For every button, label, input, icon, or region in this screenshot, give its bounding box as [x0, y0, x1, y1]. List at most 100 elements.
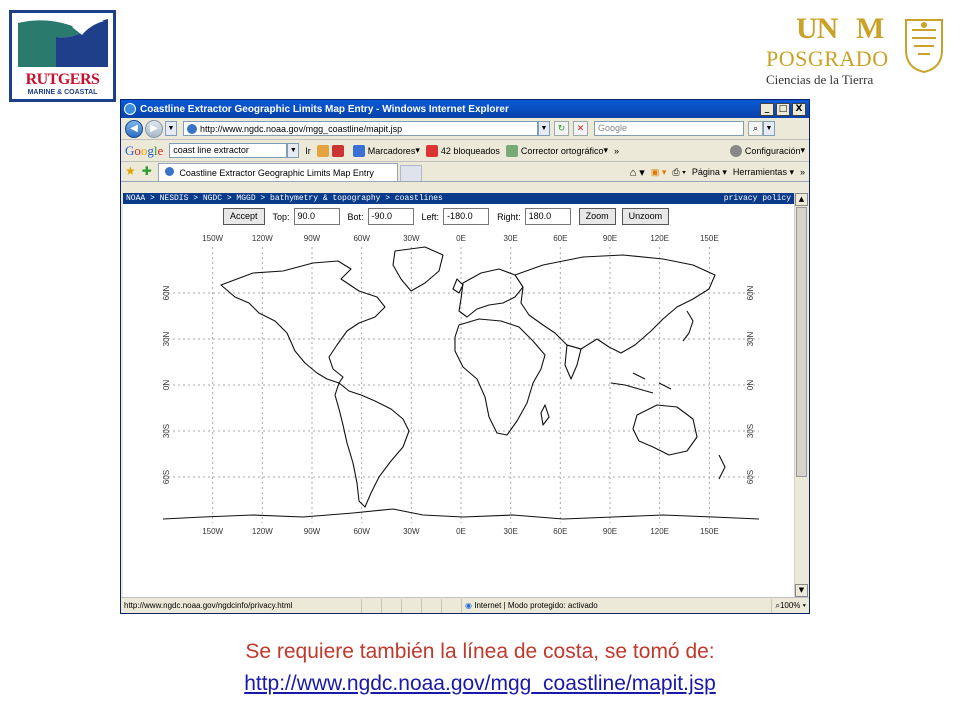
unzoom-button[interactable]: Unzoom — [621, 208, 670, 225]
close-button[interactable]: X — [792, 102, 806, 116]
status-url: http://www.ngdc.noaa.gov/ngdcinfo/privac… — [124, 600, 293, 610]
ie-icon — [124, 103, 136, 115]
spellcheck-menu[interactable]: Corrector ortográfico ▾ — [505, 144, 608, 157]
lon-tick-label-top: 150W — [202, 234, 223, 243]
coast-south-america — [334, 382, 410, 508]
left-input[interactable]: -180.0 — [443, 208, 490, 225]
lat-tick-label-left: 30N — [163, 331, 171, 346]
scroll-up-icon[interactable]: ▲ — [795, 193, 808, 206]
lon-tick-label-top: 120W — [252, 234, 273, 243]
google-dropdown-icon[interactable]: ▼ — [287, 143, 300, 158]
toolbar-extra-icons[interactable] — [316, 144, 347, 157]
favorites-star-icon[interactable]: ★ — [125, 164, 136, 178]
page-menu[interactable]: Página ▾ — [692, 167, 727, 178]
coast-africa — [454, 318, 546, 436]
coast-madagascar — [540, 404, 550, 426]
status-spacer-5 — [441, 598, 461, 613]
lat-tick-label-right: 60S — [746, 470, 755, 484]
popup-blocker[interactable]: 42 bloqueados — [425, 144, 500, 157]
rutgers-subtitle: MARINE & COASTAL — [27, 89, 98, 96]
tools-menu[interactable]: Herramientas ▾ — [733, 167, 794, 178]
left-label: Left: — [421, 211, 440, 222]
google-search-field[interactable]: coast line extractor — [169, 143, 288, 158]
status-spacer-3 — [401, 598, 421, 613]
rutgers-logo: RUTGERS MARINE & COASTAL — [9, 10, 116, 102]
world-map-canvas[interactable]: 150W 150W 120W 120W 90W 90W 60W 60W 30W 30W 0E 0E 30… — [162, 233, 760, 538]
forward-button[interactable]: ▶ — [145, 119, 163, 138]
breadcrumb: NOAA > NESDIS > NGDC > MGGD > bathymetry… — [123, 193, 794, 204]
vertical-scrollbar[interactable]: ▲ ▼ — [794, 193, 808, 597]
lon-tick-label-top: 150E — [700, 234, 719, 243]
lat-tick-label-right: 60N — [746, 285, 755, 300]
tab-favicon-icon — [164, 167, 174, 176]
go-button[interactable]: Ir — [305, 146, 311, 156]
address-dropdown-icon[interactable]: ▼ — [538, 121, 550, 136]
maximize-button[interactable]: □ — [776, 102, 790, 116]
lon-tick-label-bottom: 60W — [353, 527, 370, 536]
lon-tick-label-bottom: 120E — [650, 527, 669, 536]
google-toolbar: Google coast line extractor ▼ Ir Marcado… — [121, 140, 809, 162]
status-bar: http://www.ngdc.noaa.gov/ngdcinfo/privac… — [121, 597, 809, 613]
page-content: NOAA > NESDIS > NGDC > MGGD > bathymetry… — [123, 193, 794, 597]
scroll-down-icon[interactable]: ▼ — [795, 584, 808, 597]
top-input[interactable]: 90.0 — [293, 208, 340, 225]
lat-tick-label-right: 0N — [746, 380, 755, 390]
status-spacer-1 — [361, 598, 381, 613]
coast-japan — [682, 310, 694, 342]
coast-australia — [632, 404, 698, 456]
right-input[interactable]: 180.0 — [524, 208, 571, 225]
breadcrumb-path[interactable]: NOAA > NESDIS > NGDC > MGGD > bathymetry… — [126, 193, 443, 204]
privacy-policy-link[interactable]: privacy policy — [724, 193, 791, 204]
limits-form: Accept Top: 90.0 Bot: -90.0 Left: -180.0… — [223, 208, 670, 225]
scroll-thumb[interactable] — [796, 207, 807, 477]
minimize-button[interactable]: _ — [760, 102, 774, 116]
lat-tick-label-left: 30S — [163, 424, 171, 438]
coast-indonesia — [610, 372, 672, 394]
lon-tick-label-bottom: 90W — [304, 527, 321, 536]
new-tab-button[interactable] — [399, 165, 422, 181]
add-favorites-icon[interactable]: ✚ — [142, 164, 152, 178]
unam-posgrado-logo: UN M POSGRADO Ciencias de la Tierra — [760, 10, 950, 95]
accept-button[interactable]: Accept — [223, 208, 265, 225]
world-map[interactable]: 150W 150W 120W 120W 90W 90W 60W 60W 30W 30W 0E 0E 30… — [162, 233, 760, 542]
source-link[interactable]: http://www.ngdc.noaa.gov/mgg_coastline/m… — [0, 672, 960, 696]
zoom-button[interactable]: Zoom — [578, 208, 616, 225]
lat-tick-label-right: 30N — [746, 331, 755, 346]
tab-label: Coastline Extractor Geographic Limits Ma… — [179, 168, 374, 178]
command-bar: ⌂ ▾ ▣ ▾ ⎙ ▾ Página ▾ Herramientas ▾ » — [624, 163, 805, 181]
lat-tick-label-left: 60N — [163, 285, 171, 300]
coast-north-america — [220, 260, 386, 384]
bot-input[interactable]: -90.0 — [367, 208, 414, 225]
lon-tick-label-bottom: 120W — [252, 527, 273, 536]
feeds-icon[interactable]: ▣ ▾ — [651, 167, 667, 178]
back-button[interactable]: ◀ — [125, 119, 143, 138]
settings-menu[interactable]: Configuración ▾ — [729, 144, 805, 157]
lat-tick-label-left: 0N — [163, 380, 171, 390]
more-chevron[interactable]: » — [614, 146, 619, 156]
coast-new-zealand — [718, 454, 726, 480]
lon-tick-label-top: 30W — [403, 234, 420, 243]
bookmarks-menu[interactable]: Marcadores ▾ — [352, 144, 420, 157]
lon-tick-label-top: 90E — [603, 234, 617, 243]
home-icon[interactable]: ⌂ ▾ — [630, 166, 645, 179]
tab-bar: ★ ✚ Coastline Extractor Geographic Limit… — [121, 162, 809, 182]
lon-tick-label-bottom: 60E — [553, 527, 567, 536]
slide-caption: Se requiere también la línea de costa, s… — [245, 640, 715, 663]
coast-greenland — [392, 246, 444, 292]
search-dropdown-icon[interactable]: ▼ — [763, 121, 775, 136]
lon-tick-label-top: 120E — [650, 234, 669, 243]
google-brand: Google — [125, 142, 164, 158]
search-input[interactable]: Google — [594, 121, 744, 136]
stop-icon[interactable]: ✕ — [573, 121, 588, 136]
history-dropdown-icon[interactable]: ▼ — [165, 121, 177, 136]
security-zone[interactable]: ◉ Internet | Modo protegido: activado — [461, 598, 711, 613]
tab-active[interactable]: Coastline Extractor Geographic Limits Ma… — [157, 163, 398, 181]
refresh-icon[interactable]: ↻ — [554, 121, 569, 136]
command-more-chevron[interactable]: » — [800, 167, 805, 177]
lon-tick-label-bottom: 150E — [700, 527, 719, 536]
zoom-level[interactable]: ⌕100% ▾ — [771, 598, 809, 613]
print-icon[interactable]: ⎙ ▾ — [672, 167, 685, 178]
search-icon[interactable]: ⌕ — [748, 121, 763, 136]
ciencias-text: Ciencias de la Tierra — [766, 72, 874, 87]
address-bar[interactable]: http://www.ngdc.noaa.gov/mgg_coastline/m… — [183, 121, 538, 136]
